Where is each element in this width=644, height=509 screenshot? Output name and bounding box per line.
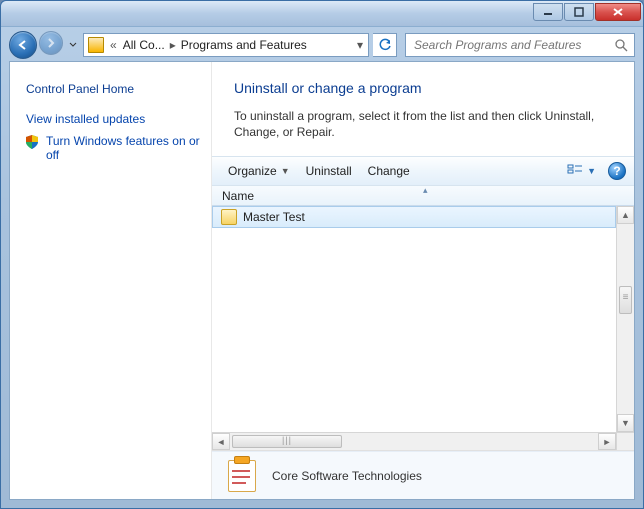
view-icon bbox=[567, 164, 583, 178]
sort-indicator-icon: ▴ bbox=[423, 185, 428, 196]
minimize-icon bbox=[543, 8, 553, 16]
scroll-track[interactable] bbox=[617, 224, 634, 414]
help-button[interactable]: ? bbox=[608, 162, 626, 180]
arrow-right-icon bbox=[45, 37, 57, 49]
maximize-icon bbox=[574, 7, 584, 17]
close-button[interactable] bbox=[595, 3, 641, 21]
sidebar: Control Panel Home View installed update… bbox=[10, 62, 212, 499]
sidebar-item-label: Turn Windows features on or off bbox=[46, 134, 201, 162]
page-description: To uninstall a program, select it from t… bbox=[234, 108, 620, 140]
close-icon bbox=[612, 7, 624, 17]
horizontal-scrollbar[interactable]: ◄ ► bbox=[212, 432, 616, 450]
refresh-button[interactable] bbox=[373, 33, 397, 57]
chevron-down-icon bbox=[69, 41, 77, 49]
search-icon bbox=[614, 38, 628, 52]
scroll-thumb[interactable] bbox=[232, 435, 342, 448]
navigation-bar: « All Co... ▸ Programs and Features ▾ bbox=[9, 28, 635, 61]
history-dropdown[interactable] bbox=[67, 35, 79, 55]
main-panel: Uninstall or change a program To uninsta… bbox=[212, 62, 634, 499]
organize-label: Organize bbox=[228, 164, 277, 178]
control-panel-home-link[interactable]: Control Panel Home bbox=[26, 82, 201, 96]
column-header-row: Name ▴ bbox=[212, 186, 634, 206]
program-name: Master Test bbox=[243, 210, 305, 224]
forward-button[interactable] bbox=[39, 31, 63, 55]
programs-and-features-window: « All Co... ▸ Programs and Features ▾ Co… bbox=[0, 0, 644, 509]
refresh-icon bbox=[378, 38, 392, 52]
scroll-corner bbox=[616, 432, 634, 450]
breadcrumb-level1[interactable]: All Co... bbox=[121, 38, 167, 52]
minimize-button[interactable] bbox=[533, 3, 563, 21]
chevron-right-icon[interactable]: ▸ bbox=[167, 38, 179, 52]
back-button[interactable] bbox=[9, 31, 37, 59]
change-button[interactable]: Change bbox=[360, 157, 418, 185]
command-bar: Organize ▼ Uninstall Change ▼ ? bbox=[212, 156, 634, 186]
column-header-name[interactable]: Name bbox=[222, 189, 254, 203]
scroll-left-button[interactable]: ◄ bbox=[212, 433, 230, 450]
search-box[interactable] bbox=[405, 33, 635, 57]
scroll-thumb[interactable] bbox=[619, 286, 632, 314]
breadcrumb-prefix: « bbox=[106, 38, 121, 52]
shield-icon bbox=[24, 134, 40, 150]
content-body: Control Panel Home View installed update… bbox=[9, 61, 635, 500]
details-pane: Core Software Technologies bbox=[212, 451, 634, 499]
help-icon: ? bbox=[613, 164, 620, 178]
vertical-scrollbar[interactable]: ▲ ▼ bbox=[616, 206, 634, 432]
scroll-right-button[interactable]: ► bbox=[598, 433, 616, 450]
arrow-left-icon bbox=[16, 38, 30, 52]
main-header: Uninstall or change a program To uninsta… bbox=[212, 62, 634, 156]
search-input[interactable] bbox=[412, 37, 614, 53]
list-item[interactable]: Master Test bbox=[212, 206, 616, 228]
chevron-down-icon: ▼ bbox=[281, 166, 290, 176]
view-installed-updates-link[interactable]: View installed updates bbox=[26, 112, 201, 126]
folder-icon bbox=[88, 37, 104, 53]
scroll-up-button[interactable]: ▲ bbox=[617, 206, 634, 224]
scroll-track[interactable] bbox=[230, 433, 598, 450]
address-bar[interactable]: « All Co... ▸ Programs and Features ▾ bbox=[83, 33, 369, 57]
program-icon bbox=[221, 209, 237, 225]
program-list-area: Master Test ▲ ▼ ◄ ► bbox=[212, 206, 634, 451]
view-options[interactable]: ▼ bbox=[561, 164, 602, 178]
scroll-down-button[interactable]: ▼ bbox=[617, 414, 634, 432]
page-title: Uninstall or change a program bbox=[234, 80, 620, 96]
maximize-button[interactable] bbox=[564, 3, 594, 21]
publisher-icon bbox=[224, 458, 260, 494]
breadcrumb-level2[interactable]: Programs and Features bbox=[179, 38, 309, 52]
publisher-name: Core Software Technologies bbox=[272, 469, 422, 483]
turn-windows-features-link[interactable]: Turn Windows features on or off bbox=[24, 134, 201, 162]
uninstall-button[interactable]: Uninstall bbox=[298, 157, 360, 185]
address-dropdown-icon[interactable]: ▾ bbox=[354, 38, 366, 52]
title-bar bbox=[1, 1, 643, 27]
chevron-down-icon: ▼ bbox=[587, 166, 596, 176]
organize-menu[interactable]: Organize ▼ bbox=[220, 157, 298, 185]
program-list[interactable]: Master Test bbox=[212, 206, 616, 432]
